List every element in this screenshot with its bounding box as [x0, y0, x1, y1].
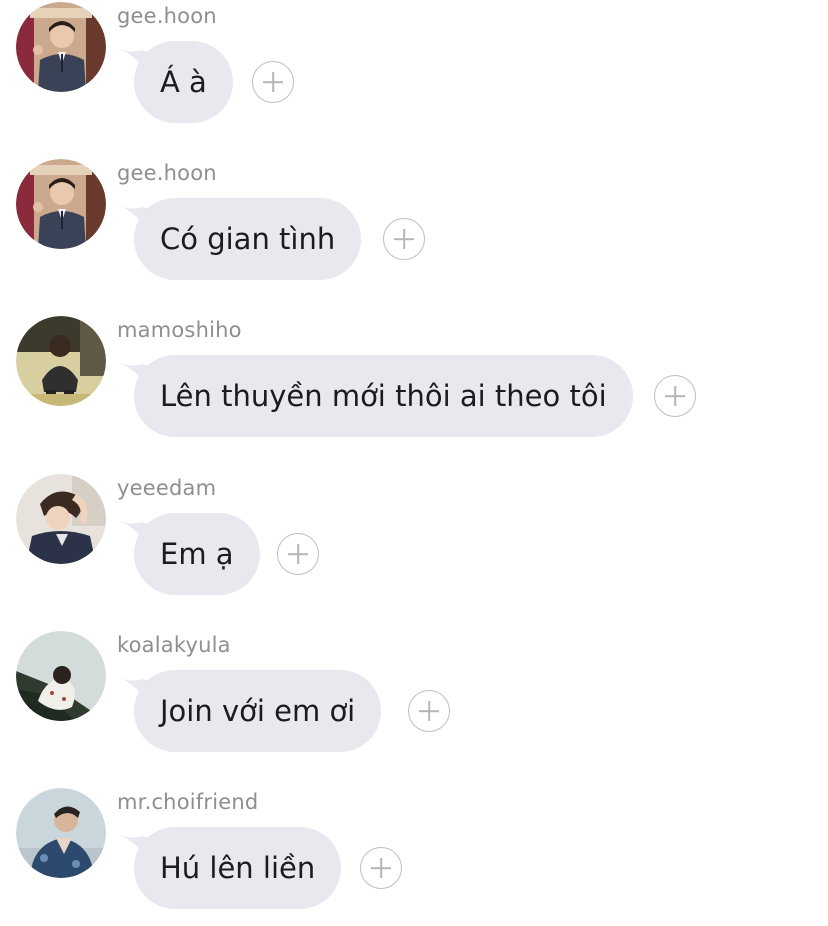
avatar-image: [16, 474, 106, 564]
avatar-image: [16, 788, 106, 878]
username[interactable]: gee.hoon: [117, 161, 217, 185]
user-avatar[interactable]: [16, 788, 106, 878]
message-bubble[interactable]: Có gian tình: [134, 198, 362, 280]
chat-message: koalakyula Join với em ơi: [0, 629, 828, 769]
avatar-image: [16, 316, 106, 406]
avatar-image: [16, 159, 106, 249]
chat-message: mr.choifriend Hú lên liền: [0, 786, 828, 926]
message-bubble[interactable]: Lên thuyền mới thôi ai theo tôi: [134, 355, 633, 437]
chat-message: gee.hoon Có gian tình: [0, 157, 828, 297]
message-bubble[interactable]: Á à: [134, 41, 233, 123]
message-bubble[interactable]: Em ạ: [134, 513, 260, 595]
username[interactable]: gee.hoon: [117, 4, 217, 28]
user-avatar[interactable]: [16, 2, 106, 92]
username[interactable]: yeeedam: [117, 476, 216, 500]
add-reaction-button[interactable]: [383, 218, 425, 260]
add-reaction-button[interactable]: [252, 61, 294, 103]
chat-message: gee.hoon Á à: [0, 0, 828, 140]
avatar-image: [16, 2, 106, 92]
chat-message: mamoshiho Lên thuyền mới thôi ai theo tô…: [0, 314, 828, 454]
add-reaction-button[interactable]: [408, 690, 450, 732]
username[interactable]: mamoshiho: [117, 318, 242, 342]
message-bubble[interactable]: Hú lên liền: [134, 827, 342, 909]
user-avatar[interactable]: [16, 159, 106, 249]
add-reaction-button[interactable]: [654, 375, 696, 417]
username[interactable]: mr.choifriend: [117, 790, 258, 814]
user-avatar[interactable]: [16, 631, 106, 721]
add-reaction-button[interactable]: [277, 533, 319, 575]
username[interactable]: koalakyula: [117, 633, 231, 657]
user-avatar[interactable]: [16, 316, 106, 406]
chat-message: yeeedam Em ạ: [0, 472, 828, 612]
avatar-image: [16, 631, 106, 721]
chat-thread: gee.hoon Á à gee.hoon Có gian tình mamos…: [0, 0, 828, 909]
user-avatar[interactable]: [16, 474, 106, 564]
add-reaction-button[interactable]: [360, 847, 402, 889]
message-bubble[interactable]: Join với em ơi: [134, 670, 382, 752]
